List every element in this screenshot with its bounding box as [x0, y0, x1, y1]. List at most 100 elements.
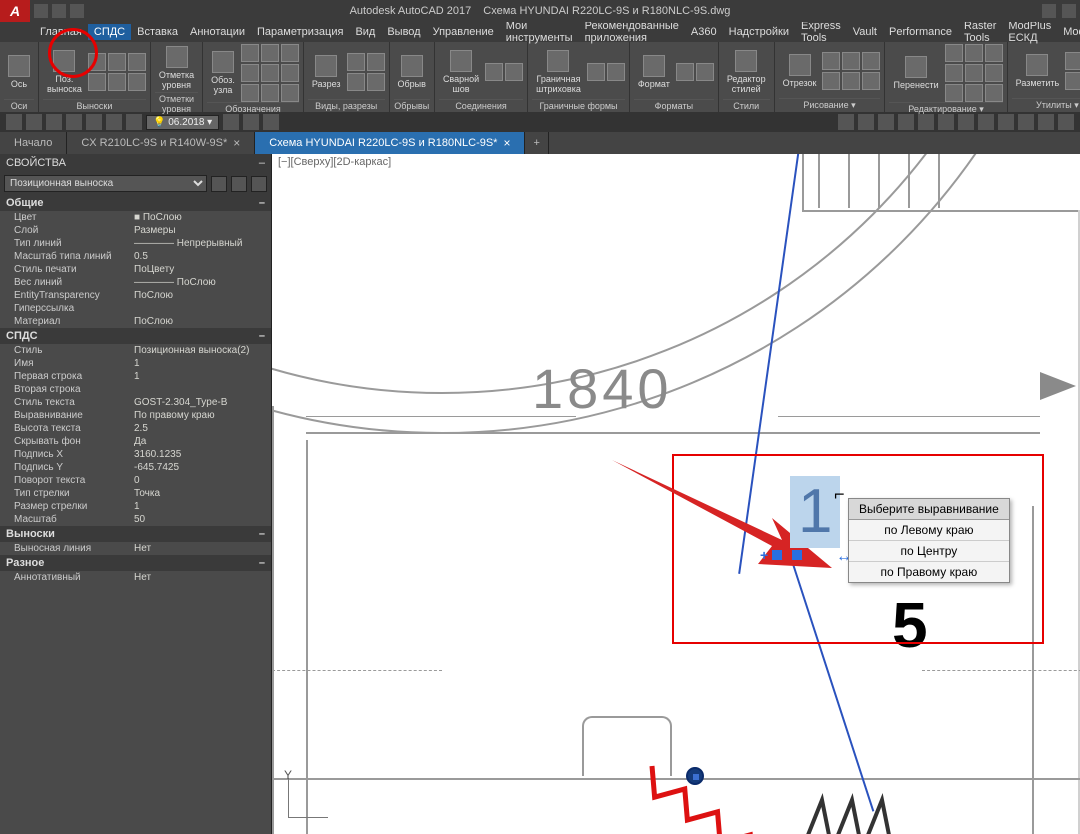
property-row[interactable]: Имя1 — [0, 357, 271, 370]
ribbon-panel-title[interactable]: Граничные формы — [532, 99, 625, 112]
ribbon-small-button[interactable] — [485, 63, 503, 81]
selection-type-dropdown[interactable]: Позиционная выноска — [4, 175, 207, 192]
property-row[interactable]: Поворот текста0 — [0, 474, 271, 487]
ribbon-small-button[interactable] — [965, 44, 983, 62]
palette-close-icon[interactable]: – — [259, 157, 265, 169]
ribbon-small-button[interactable] — [676, 63, 694, 81]
ribbon-button[interactable]: Поз. выноска — [43, 48, 86, 96]
ribbon-small-button[interactable] — [587, 63, 605, 81]
quick-access-toolbar[interactable]: 💡 06.2018 ▾ — [0, 112, 1080, 132]
qat-btn[interactable] — [1038, 114, 1054, 130]
ribbon-small-button[interactable] — [862, 52, 880, 70]
property-value[interactable]: ———— ПоСлою — [130, 277, 271, 288]
leader-text[interactable]: 1 — [790, 476, 840, 548]
qat-btn[interactable] — [126, 114, 142, 130]
qat-btn[interactable] — [898, 114, 914, 130]
ribbon-small-button[interactable] — [261, 64, 279, 82]
ribbon-small-button[interactable] — [822, 52, 840, 70]
ribbon-button[interactable]: Перенести — [889, 54, 942, 92]
property-row[interactable]: Первая строка1 — [0, 370, 271, 383]
ribbon-tab[interactable]: A360 — [685, 24, 723, 40]
ribbon-panel-title[interactable]: Виды, разрезы — [308, 99, 385, 112]
qat-btn[interactable] — [46, 114, 62, 130]
ribbon-small-button[interactable] — [88, 73, 106, 91]
ribbon-button[interactable]: Отметка уровня — [155, 44, 198, 92]
ribbon-small-button[interactable] — [945, 84, 963, 102]
ribbon-panel-title[interactable]: Стили — [723, 99, 770, 112]
ribbon-button[interactable]: Отрезок — [779, 52, 821, 90]
ribbon-small-button[interactable] — [108, 73, 126, 91]
qat-btn[interactable] — [223, 114, 239, 130]
ribbon-small-button[interactable] — [261, 44, 279, 62]
ribbon-small-button[interactable] — [281, 64, 299, 82]
qat-btn[interactable] — [66, 114, 82, 130]
property-value[interactable]: ■ ПоСлою — [130, 212, 271, 223]
property-value[interactable]: GOST-2.304_Type-B — [130, 397, 271, 408]
property-row[interactable]: EntityTransparencyПоСлою — [0, 289, 271, 302]
property-value[interactable] — [130, 303, 271, 314]
ribbon-tab[interactable]: Надстройки — [723, 24, 795, 40]
property-row[interactable]: Стиль печатиПоЦвету — [0, 263, 271, 276]
ribbon-button[interactable]: Обрыв — [394, 53, 430, 91]
property-row[interactable]: АннотативныйНет — [0, 571, 271, 584]
property-value[interactable]: ПоСлою — [130, 316, 271, 327]
property-value[interactable]: 2.5 — [130, 423, 271, 434]
close-icon[interactable]: × — [233, 136, 240, 150]
ribbon-small-button[interactable] — [241, 44, 259, 62]
close-icon[interactable]: × — [503, 136, 510, 150]
qat-btn[interactable] — [938, 114, 954, 130]
ribbon-button[interactable]: Формат — [634, 53, 674, 91]
ribbon-button[interactable]: Граничная штриховка — [532, 48, 585, 96]
ribbon-small-button[interactable] — [985, 44, 1003, 62]
ribbon-tab[interactable]: Вывод — [381, 24, 426, 40]
properties-palette[interactable]: СВОЙСТВА – Позиционная выноска Общие–Цве… — [0, 154, 272, 834]
ribbon-tab[interactable]: Параметризация — [251, 24, 349, 40]
qat-btn[interactable] — [86, 114, 102, 130]
leader-grip[interactable] — [792, 550, 802, 560]
alignment-menu-item[interactable]: по Правому краю — [849, 562, 1009, 582]
ribbon-small-button[interactable] — [128, 53, 146, 71]
ribbon-small-button[interactable] — [985, 84, 1003, 102]
property-value[interactable]: 1 — [130, 501, 271, 512]
ribbon-small-button[interactable] — [241, 84, 259, 102]
ribbon-small-button[interactable] — [985, 64, 1003, 82]
ribbon-small-button[interactable] — [347, 73, 365, 91]
qat-btn[interactable] — [263, 114, 279, 130]
ribbon-button[interactable]: Сварной шов — [439, 48, 483, 96]
ribbon-panel-title[interactable]: Форматы — [634, 99, 714, 112]
property-value[interactable]: 0 — [130, 475, 271, 486]
property-row[interactable]: ВыравниваниеПо правому краю — [0, 409, 271, 422]
ribbon-tab[interactable]: Вид — [349, 24, 381, 40]
property-row[interactable]: Размер стрелки1 — [0, 500, 271, 513]
property-row[interactable]: Вторая строка — [0, 383, 271, 396]
alignment-menu-item[interactable]: по Левому краю — [849, 520, 1009, 541]
property-row[interactable]: Подпись X3160.1235 — [0, 448, 271, 461]
ribbon-small-button[interactable] — [367, 53, 385, 71]
ribbon-tab[interactable]: Главная — [34, 24, 88, 40]
qat-btn[interactable] — [1018, 114, 1034, 130]
ribbon-tab[interactable]: Управление — [427, 24, 500, 40]
ribbon-panel-title[interactable]: Обрывы — [394, 99, 430, 112]
qat-btn[interactable] — [106, 114, 122, 130]
document-tab[interactable]: CX R210LC-9S и R140W-9S*× — [67, 132, 255, 154]
property-row[interactable]: Цвет■ ПоСлою — [0, 211, 271, 224]
property-value[interactable]: 50 — [130, 514, 271, 525]
property-value[interactable]: ПоЦвету — [130, 264, 271, 275]
property-value[interactable]: 1 — [130, 371, 271, 382]
qat-btn[interactable] — [878, 114, 894, 130]
ribbon-panel-title[interactable]: Соединения — [439, 99, 523, 112]
ribbon-small-button[interactable] — [347, 53, 365, 71]
ribbon-small-button[interactable] — [842, 52, 860, 70]
pick-object-icon[interactable] — [251, 176, 267, 192]
ribbon-small-button[interactable] — [108, 53, 126, 71]
new-tab-button[interactable]: + — [525, 132, 548, 154]
leader-grip[interactable] — [772, 550, 782, 560]
property-row[interactable]: Выносная линияНет — [0, 542, 271, 555]
property-row[interactable]: Масштаб50 — [0, 513, 271, 526]
ribbon-tab[interactable]: Аннотации — [184, 24, 251, 40]
ribbon-small-button[interactable] — [965, 84, 983, 102]
qat-btn[interactable] — [838, 114, 854, 130]
ribbon-tab[interactable]: Вставка — [131, 24, 184, 40]
property-value[interactable] — [130, 384, 271, 395]
ribbon-panel-title[interactable]: Рисование ▾ — [779, 98, 881, 112]
